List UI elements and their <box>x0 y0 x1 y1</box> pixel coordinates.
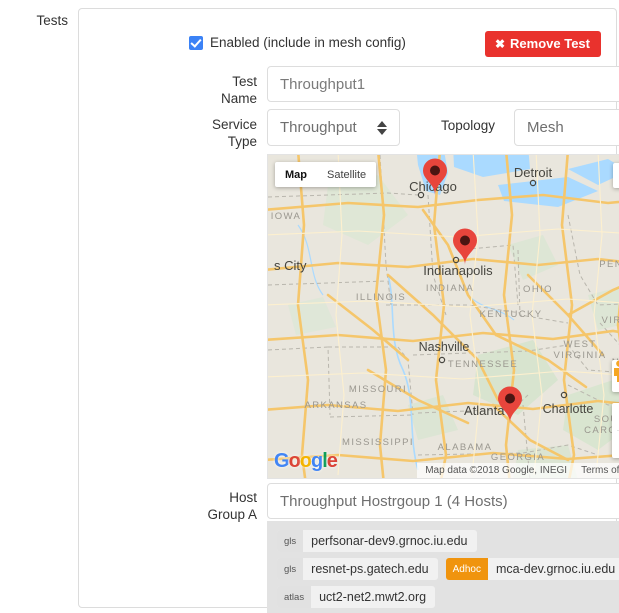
svg-text:VIRGINIA: VIRGINIA <box>554 350 607 361</box>
svg-text:PENNSY: PENNSY <box>599 259 619 270</box>
remove-test-button[interactable]: ✖ Remove Test <box>484 31 601 57</box>
topology-value: Mesh <box>527 119 564 136</box>
svg-text:MISSOURI: MISSOURI <box>349 384 407 395</box>
svg-text:WEST: WEST <box>563 339 596 350</box>
host-row: gls resnet-ps.gatech.edu Adhoc mca-dev.g… <box>277 558 619 580</box>
map-marker-indianapolis[interactable] <box>452 228 478 266</box>
svg-text:MISSISSIPPI: MISSISSIPPI <box>342 437 414 448</box>
map-data-credit: Map data ©2018 Google, INEGI <box>425 465 568 476</box>
test-name-input[interactable] <box>267 66 619 102</box>
remove-test-label: Remove Test <box>510 36 590 51</box>
host-source-tag: gls <box>277 530 304 552</box>
host-name: mca-dev.grnoc.iu.edu <box>495 562 616 576</box>
zoom-in-button[interactable]: + <box>612 403 619 430</box>
service-type-value: Throughput <box>280 119 357 136</box>
map-zoom-controls[interactable]: + − <box>612 403 619 458</box>
svg-text:OHIO: OHIO <box>523 284 553 295</box>
map-city-label-atlanta: Atlanta <box>464 403 505 418</box>
chevron-updown-icon <box>373 120 391 135</box>
svg-text:IOWA: IOWA <box>271 211 302 222</box>
svg-text:TENNESSEE: TENNESSEE <box>448 359 518 370</box>
list-item[interactable]: Adhoc mca-dev.grnoc.iu.edu <box>445 558 619 580</box>
host-source-tag-adhoc: Adhoc <box>445 558 488 580</box>
test-config-screen: Tests Enabled (include in mesh config) ✖… <box>0 0 619 613</box>
host-list: gls perfsonar-dev9.grnoc.iu.edu gls resn… <box>267 521 619 613</box>
host-row: gls perfsonar-dev9.grnoc.iu.edu <box>277 530 619 552</box>
street-view-pegman-icon[interactable] <box>612 360 619 392</box>
svg-text:s City: s City <box>274 258 307 273</box>
map-marker-chicago[interactable] <box>422 158 448 196</box>
host-row: atlas uct2-net2.mwt2.org <box>277 586 619 608</box>
svg-text:VIRGINIA: VIRGINIA <box>602 315 619 326</box>
topology-select[interactable]: Mesh <box>514 109 619 146</box>
host-source-tag: atlas <box>277 586 312 608</box>
terms-of-use-link[interactable]: Terms of Use <box>581 465 619 476</box>
svg-text:INDIANA: INDIANA <box>426 283 474 294</box>
service-type-label: Service Type <box>211 117 257 149</box>
map-type-satellite[interactable]: Satellite <box>317 162 376 187</box>
fullscreen-icon[interactable] <box>613 163 619 188</box>
pegman-glyph <box>614 360 619 382</box>
svg-text:Detroit: Detroit <box>514 165 553 180</box>
close-icon: ✖ <box>494 36 506 51</box>
svg-text:Nashville: Nashville <box>419 340 470 354</box>
list-item[interactable]: gls resnet-ps.gatech.edu <box>277 558 438 580</box>
location-map[interactable]: IOWA MISSOURI ILLINOIS INDIANA OHIO PENN… <box>267 154 619 479</box>
service-type-select[interactable]: Throughput <box>267 109 400 146</box>
svg-text:KENTUCKY: KENTUCKY <box>480 309 543 320</box>
svg-text:Charlotte: Charlotte <box>543 402 594 416</box>
svg-text:ILLINOIS: ILLINOIS <box>356 292 406 303</box>
test-panel: Enabled (include in mesh config) ✖ Remov… <box>78 8 619 613</box>
enabled-label: Enabled (include in mesh config) <box>210 35 406 50</box>
host-name: perfsonar-dev9.grnoc.iu.edu <box>311 534 468 548</box>
host-group-a-select[interactable]: Throughput Hostrgoup 1 (4 Hosts) <box>267 483 619 519</box>
svg-text:ARKANSAS: ARKANSAS <box>305 400 368 411</box>
map-type-map[interactable]: Map <box>275 162 317 187</box>
zoom-out-button[interactable]: − <box>612 431 619 458</box>
host-group-a-value: Throughput Hostrgoup 1 (4 Hosts) <box>280 492 508 510</box>
host-source-tag: gls <box>277 558 304 580</box>
topology-label: Topology <box>440 118 495 133</box>
svg-text:ALABAMA: ALABAMA <box>438 442 493 453</box>
test-name-label: Test Name <box>220 74 257 106</box>
enabled-checkbox[interactable] <box>189 35 203 50</box>
map-attribution: Map data ©2018 Google, INEGI Terms of Us… <box>417 463 619 478</box>
host-name: uct2-net2.mwt2.org <box>319 590 427 604</box>
list-item[interactable]: atlas uct2-net2.mwt2.org <box>277 586 436 608</box>
tests-section-label: Tests <box>36 13 68 28</box>
svg-text:GEORGIA: GEORGIA <box>491 452 545 463</box>
list-item[interactable]: gls perfsonar-dev9.grnoc.iu.edu <box>277 530 477 552</box>
host-name: resnet-ps.gatech.edu <box>311 562 429 576</box>
host-group-a-label: Host Group A <box>207 490 257 522</box>
map-canvas: IOWA MISSOURI ILLINOIS INDIANA OHIO PENN… <box>268 155 619 478</box>
google-logo: Google <box>274 450 338 472</box>
map-type-toggle[interactable]: Map Satellite <box>275 162 377 187</box>
enabled-checkbox-row[interactable]: Enabled (include in mesh config) <box>189 35 406 50</box>
